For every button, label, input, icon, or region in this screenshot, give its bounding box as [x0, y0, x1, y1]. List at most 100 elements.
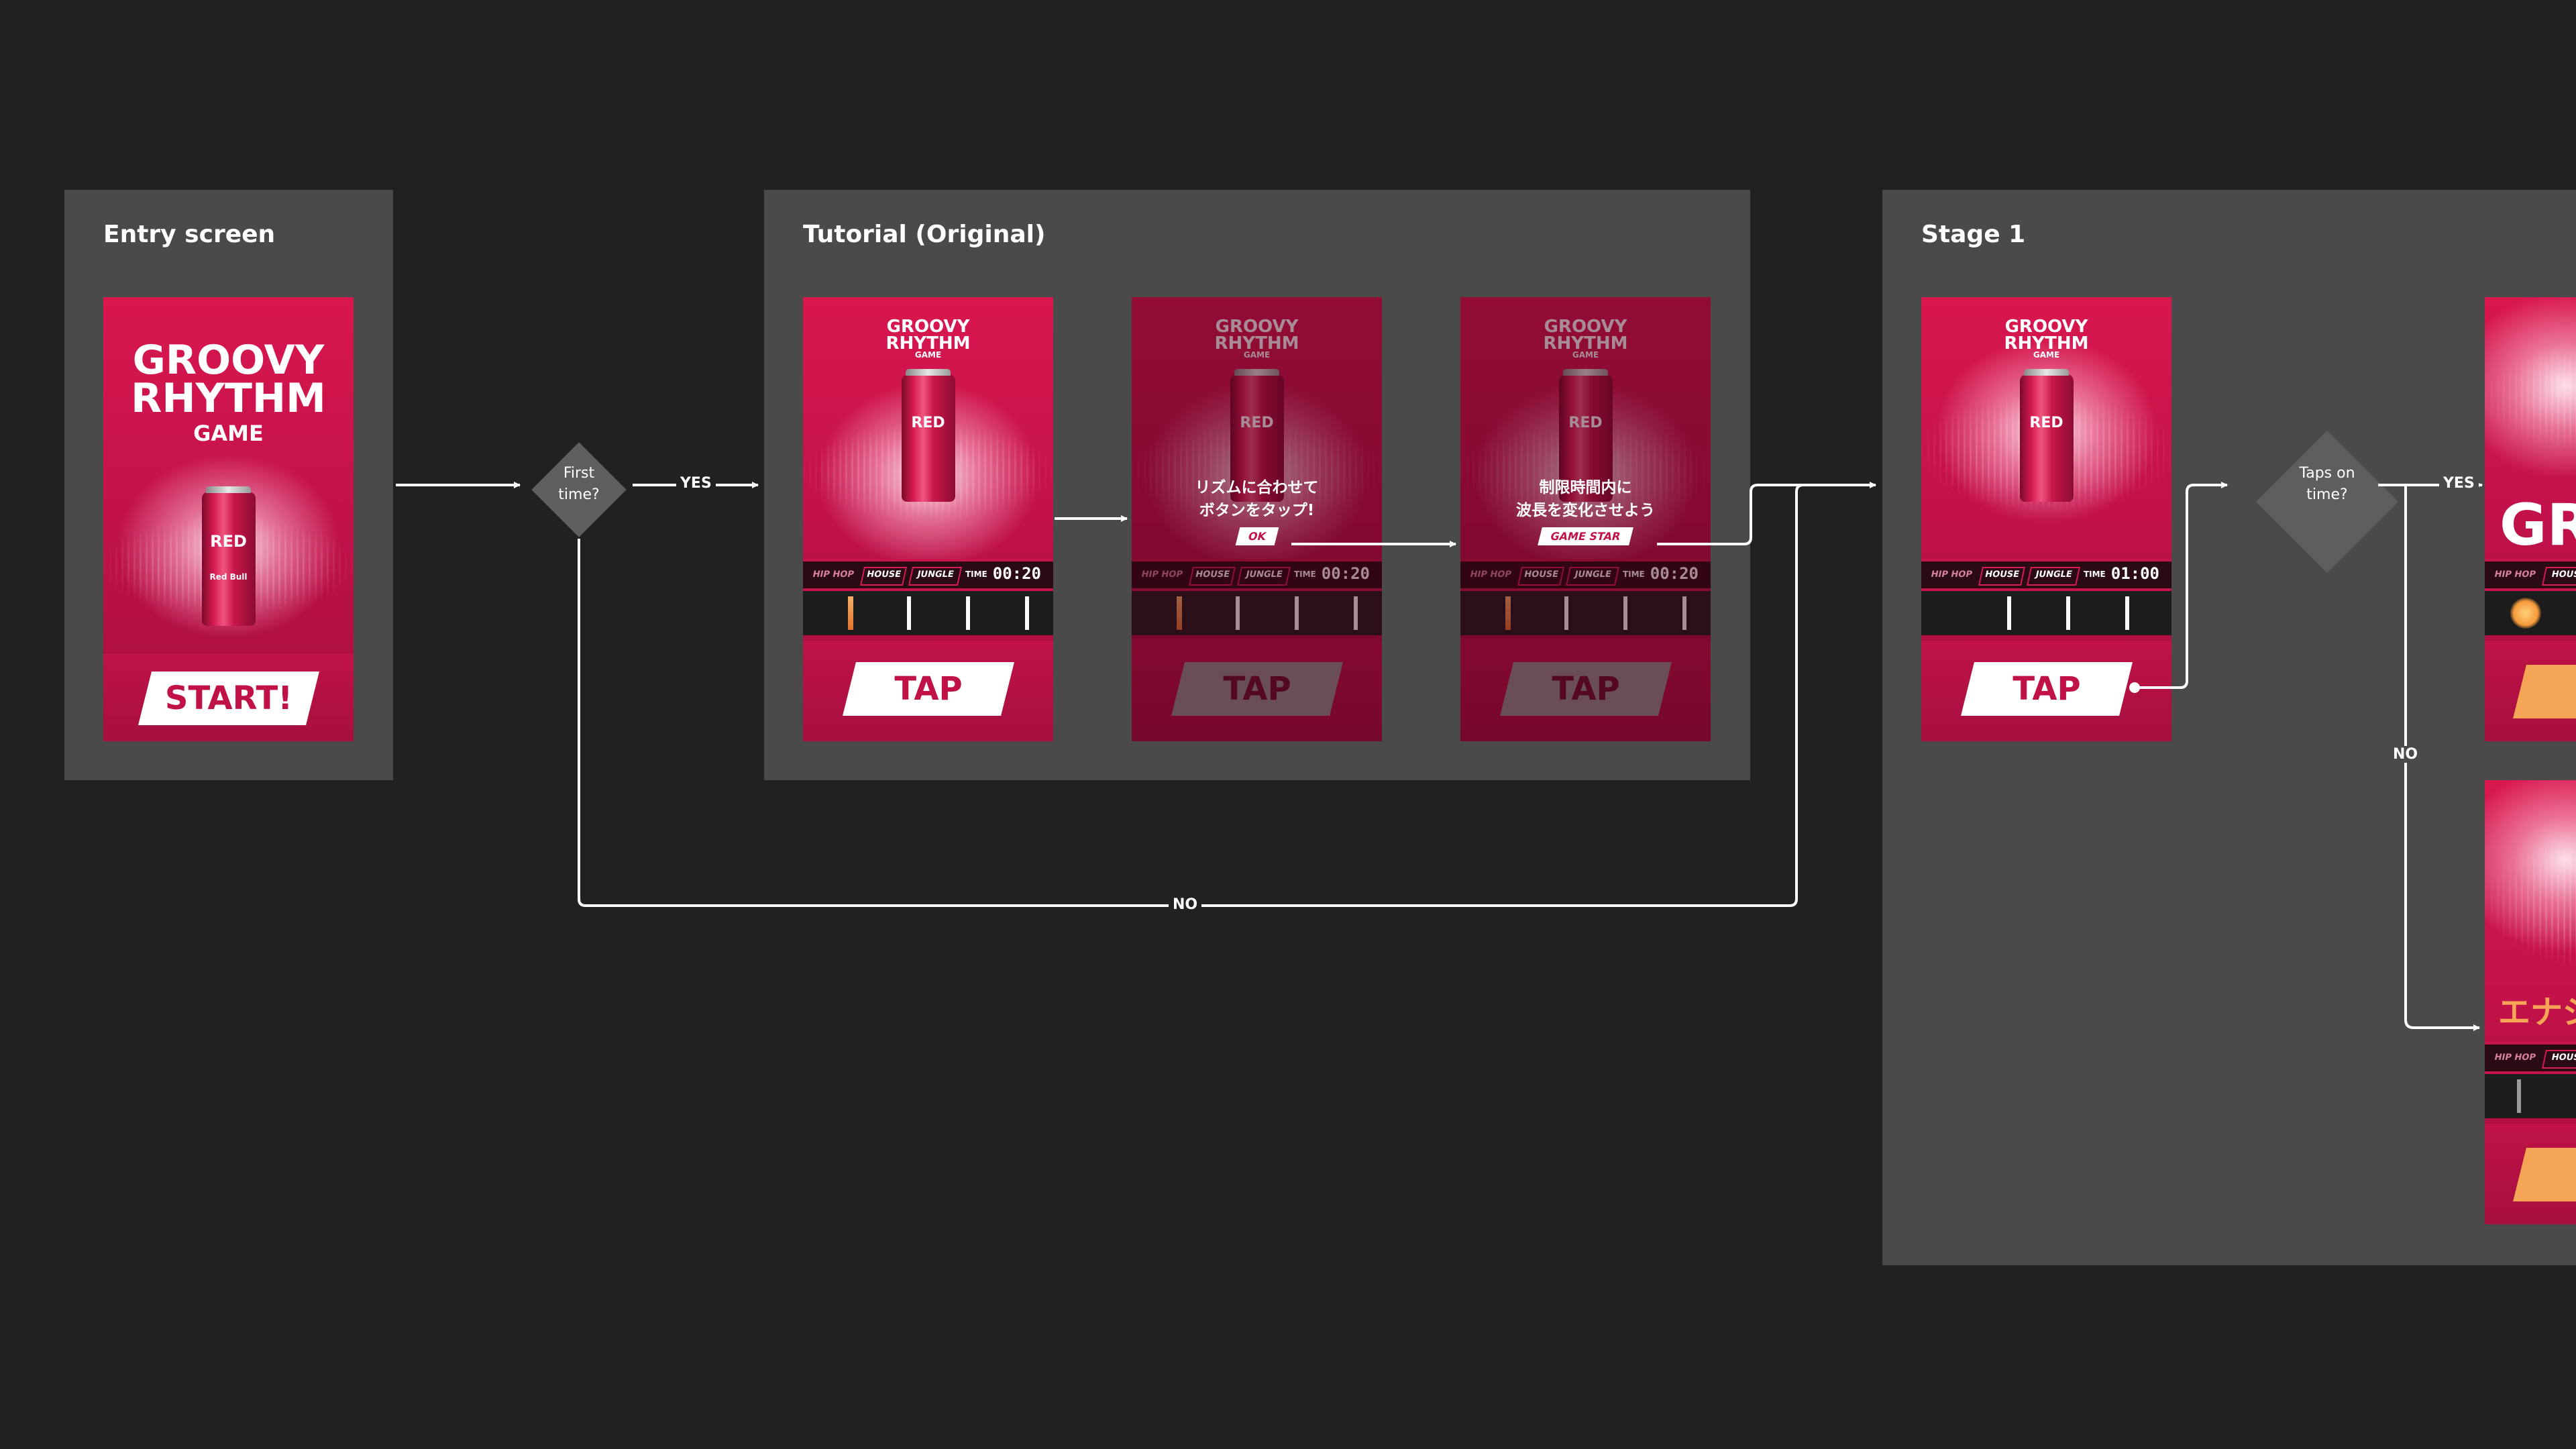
genre-house[interactable]: HOUSE: [1978, 567, 2025, 586]
tap-button[interactable]: [2513, 665, 2576, 718]
can-edition: RED: [1240, 415, 1274, 431]
edge-label-yes: YES: [676, 475, 716, 492]
logo-line: RHYTHM: [131, 375, 326, 422]
hit-glow: [2510, 598, 2541, 629]
tap-zone: TAP: [1132, 641, 1382, 741]
beat-marker: [2125, 596, 2129, 630]
beat-marker: [1295, 596, 1299, 630]
genre-house[interactable]: HOUSE: [860, 567, 907, 586]
energy-drink-can: RED: [901, 369, 955, 502]
genre-hip-hop[interactable]: HIP HOP: [809, 567, 857, 583]
partial-logo: GR: [2500, 492, 2576, 559]
logo-line: RHYTHM: [1214, 333, 1299, 354]
timer-value: 00:20: [1321, 564, 1370, 583]
can-edition: RED: [210, 532, 247, 551]
genre-bar: HIP HOP HOUSE JUNGLE TIME 00:20: [1132, 559, 1382, 591]
beat-marker: [2066, 596, 2070, 630]
logo-line: GAME: [1572, 350, 1599, 360]
beat-marker: [907, 596, 911, 630]
beat-marker: [2007, 596, 2011, 630]
game-start-button[interactable]: GAME STAR: [1538, 527, 1633, 545]
energy-drink-can: RED: [2019, 369, 2074, 502]
tap-button[interactable]: TAP: [842, 662, 1014, 716]
decision-first-time: First time?: [558, 465, 600, 503]
logo-line: GROOVY: [886, 317, 970, 337]
modal-line: 波長を変化させよう: [1516, 502, 1655, 519]
timer: TIME 01:00: [2084, 564, 2159, 583]
stage1-fail-screen: エナジ HIP HOP HOUS: [2485, 780, 2576, 1224]
start-button-label: START!: [164, 680, 292, 717]
genre-jungle[interactable]: JUNGLE: [908, 567, 962, 586]
edge-label-no: NO: [2389, 746, 2422, 763]
beat-marker: [966, 596, 970, 630]
tutorial-screen-3: GROOVY RHYTHM GAME RED HIP HOP HOUSE JUN…: [1460, 297, 1711, 741]
genre-house[interactable]: HOUS: [2542, 567, 2576, 586]
game-logo: GROOVY RHYTHM GAME: [1132, 317, 1382, 360]
start-zone: START!: [103, 654, 354, 741]
beat-marker: [1236, 596, 1240, 630]
genre-jungle[interactable]: JUNGLE: [2027, 567, 2080, 586]
tap-button[interactable]: TAP: [1171, 662, 1343, 716]
tap-button[interactable]: [2513, 1148, 2576, 1201]
time-label: TIME: [2083, 570, 2106, 579]
can-edition: RED: [911, 415, 945, 431]
genre-house[interactable]: HOUS: [2542, 1050, 2576, 1069]
logo-line: GAME: [914, 350, 942, 360]
tap-button-label: TAP: [2012, 670, 2081, 708]
game-logo: GROOVY RHYTHM GAME: [1921, 317, 2171, 360]
tutorial-modal: 制限時間内に 波長を変化させよう GAME STAR: [1516, 476, 1655, 545]
genre-hip-hop[interactable]: HIP HOP: [1138, 567, 1185, 583]
logo-line: GAME: [1243, 350, 1271, 360]
logo-line: GROOVY: [1544, 317, 1627, 337]
stage1-success-screen: GR HIP HOP HOUS: [2485, 297, 2576, 741]
start-button[interactable]: START!: [138, 672, 319, 725]
game-logo: GROOVY RHYTHM GAME: [803, 317, 1053, 360]
tap-zone: [2485, 641, 2576, 741]
rhythm-lane: [2485, 1074, 2576, 1118]
can-edition: RED: [1568, 415, 1603, 431]
frame-title: Entry screen: [103, 221, 276, 248]
game-logo: GROOVY RHYTHM GAME: [1460, 317, 1711, 360]
glow: [2485, 297, 2576, 487]
beat-marker: [1682, 596, 1686, 630]
logo-line: GAME: [2033, 350, 2060, 360]
beat-marker: [1623, 596, 1627, 630]
genre-jungle[interactable]: JUNGLE: [1566, 567, 1619, 586]
tap-zone: [2485, 1124, 2576, 1224]
energy-drink-can: RED Red Bull: [201, 486, 256, 626]
beat-marker-active: [1505, 596, 1511, 630]
beat-marker: [1354, 596, 1358, 630]
timer-value: 00:20: [992, 564, 1041, 583]
rhythm-lane: [803, 591, 1053, 635]
decision-taps-on-time: Taps on time?: [2299, 465, 2355, 503]
genre-hip-hop[interactable]: HIP HOP: [1466, 567, 1514, 583]
stage1-screen-1: GROOVY RHYTHM GAME RED HIP HOP HOUSE JUN…: [1921, 297, 2171, 741]
logo-line: RHYTHM: [2004, 333, 2089, 354]
genre-bar: HIP HOP HOUS: [2485, 1042, 2576, 1074]
genre-house[interactable]: HOUSE: [1189, 567, 1236, 586]
genre-hip-hop[interactable]: HIP HOP: [1927, 567, 1975, 583]
genre-jungle[interactable]: JUNGLE: [1237, 567, 1291, 586]
tap-zone: TAP: [1460, 641, 1711, 741]
beat-marker: [1025, 596, 1029, 630]
rhythm-lane: [2485, 591, 2576, 635]
genre-hip-hop[interactable]: HIP HOP: [2491, 1050, 2538, 1066]
logo-line: GROOVY: [132, 337, 325, 384]
ok-button[interactable]: OK: [1235, 527, 1279, 545]
genre-hip-hop[interactable]: HIP HOP: [2491, 567, 2538, 583]
timer-value: 00:20: [1650, 564, 1699, 583]
logo-line: GROOVY: [2004, 317, 2088, 337]
logo-line: GROOVY: [1215, 317, 1299, 337]
tap-button-label: TAP: [1551, 670, 1620, 708]
tap-button-label: TAP: [894, 670, 963, 708]
modal-line: 制限時間内に: [1539, 479, 1632, 496]
tutorial-modal: リズムに合わせて ボタンをタップ! OK: [1195, 476, 1319, 545]
timer: TIME 00:20: [1623, 564, 1699, 583]
tap-button[interactable]: TAP: [1960, 662, 2133, 716]
tap-button[interactable]: TAP: [1499, 662, 1672, 716]
genre-house[interactable]: HOUSE: [1517, 567, 1564, 586]
time-label: TIME: [965, 570, 987, 579]
tutorial-screen-1: GROOVY RHYTHM GAME RED HIP HOP HOUSE JUN…: [803, 297, 1053, 741]
frame-title: Stage 1: [1921, 221, 2026, 248]
modal-line: ボタンをタップ!: [1199, 502, 1315, 519]
